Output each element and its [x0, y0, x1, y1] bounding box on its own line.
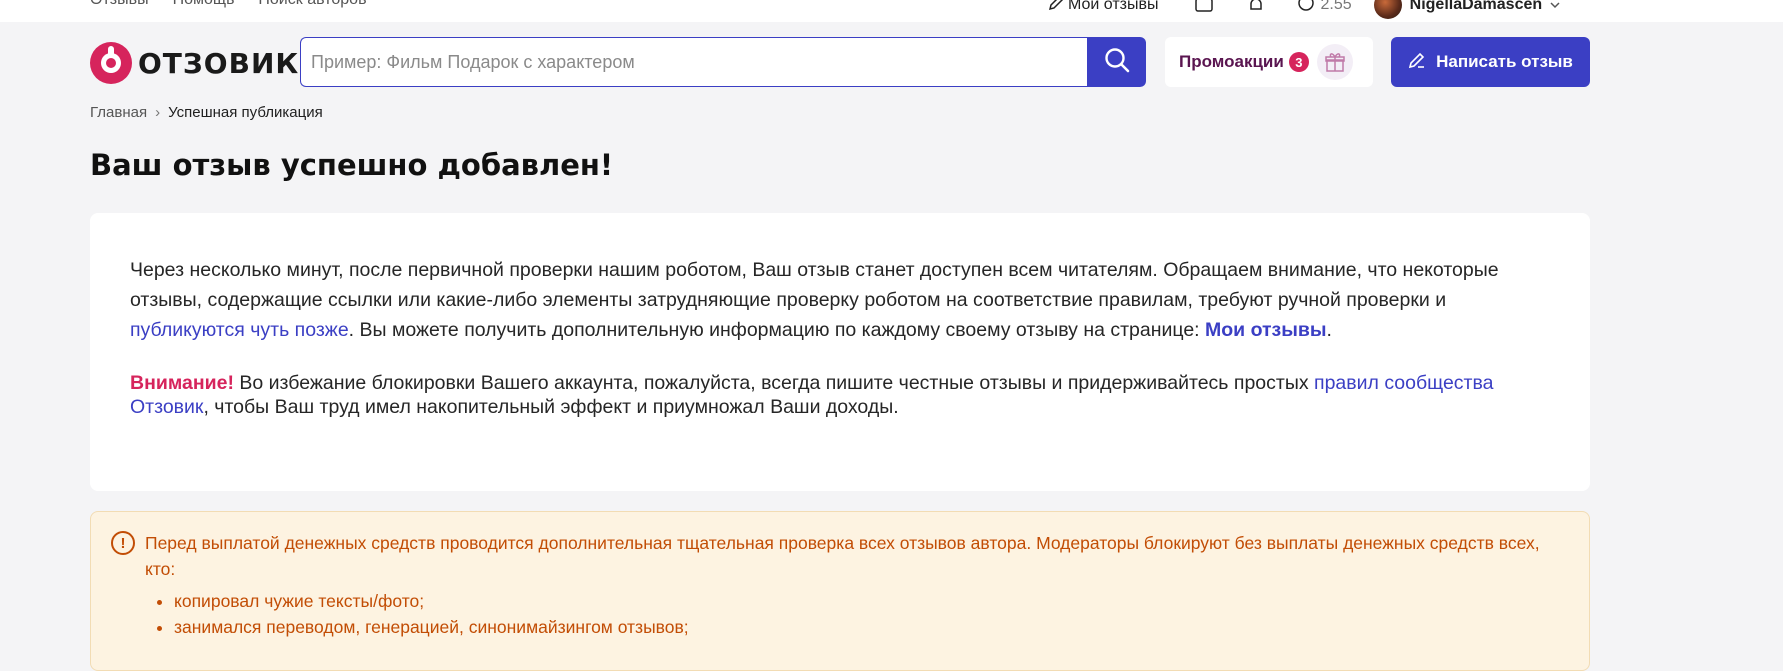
promo-count-badge: 3 [1288, 52, 1309, 72]
info-text-middle: . Вы можете получить дополнительную инфо… [348, 319, 1206, 341]
breadcrumb: Главная › Успешная публикация [90, 104, 323, 121]
avatar [1373, 0, 1402, 19]
warning-text: Перед выплатой денежных средств проводит… [145, 533, 1540, 579]
user-menu[interactable]: NigellaDamascen [1373, 0, 1561, 19]
breadcrumb-current: Успешная публикация [168, 104, 323, 121]
top-link-find-authors[interactable]: Поиск авторов [258, 0, 366, 9]
list-item: занимался переводом, генерацией, синоним… [174, 614, 1569, 640]
attention-text-end: , чтобы Ваш труд имел накопительный эффе… [203, 396, 899, 418]
attention-text-start: Во избежание блокировки Вашего аккаунта,… [233, 372, 1315, 394]
my-reviews-label: Мои отзывы [1068, 0, 1159, 13]
attention-label: Внимание! [130, 372, 234, 394]
page-title: Ваш отзыв успешно добавлен! [90, 148, 614, 182]
warning-list: копировал чужие тексты/фото; занимался п… [164, 588, 1569, 640]
my-reviews-link[interactable]: Мои отзывы [1048, 0, 1159, 16]
info-paragraph: Через несколько минут, после первичной п… [130, 255, 1550, 345]
attention-paragraph: Внимание! Во избежание блокировки Вашего… [130, 371, 1550, 419]
coin-icon [1297, 0, 1315, 17]
top-links: Отзывы Помощь Поиск авторов [90, 0, 367, 9]
write-review-label: Написать отзыв [1436, 52, 1573, 71]
site-header: ОТЗОВИК Промоакции 3 [0, 22, 1783, 102]
site-logo[interactable]: ОТЗОВИК [90, 42, 299, 84]
write-review-button[interactable]: Написать отзыв [1391, 37, 1590, 87]
logo-text: ОТЗОВИК [138, 46, 300, 80]
published-later-link[interactable]: публикуются чуть позже [130, 319, 349, 341]
search-button[interactable] [1087, 37, 1146, 87]
chevron-down-icon [1550, 0, 1560, 14]
promo-button[interactable]: Промоакции 3 [1165, 37, 1373, 87]
my-reviews-page-link[interactable]: Мои отзывы [1205, 319, 1327, 341]
info-text-end: . [1326, 319, 1332, 341]
balance-value: 2.55 [1320, 0, 1352, 13]
edit-icon [1048, 0, 1064, 16]
username: NigellaDamascen [1409, 0, 1543, 13]
user-area: Мои отзывы 2.55 NigellaDamascen [1048, 0, 1560, 19]
balance[interactable]: 2.55 [1297, 0, 1352, 17]
top-link-help[interactable]: Помощь [173, 0, 235, 9]
search-icon [1104, 47, 1130, 78]
success-message-card: Через несколько минут, после первичной п… [90, 213, 1590, 491]
search-input[interactable] [300, 37, 1087, 87]
list-item: копировал чужие тексты/фото; [174, 588, 1569, 614]
info-text-start: Через несколько минут, после первичной п… [130, 259, 1499, 311]
bell-icon[interactable] [1245, 0, 1267, 15]
breadcrumb-separator: › [155, 104, 161, 121]
top-link-reviews[interactable]: Отзывы [90, 0, 149, 9]
messages-icon[interactable] [1193, 0, 1215, 15]
gift-icon [1316, 44, 1353, 80]
promo-label: Промоакции [1179, 52, 1284, 71]
breadcrumb-home[interactable]: Главная [90, 104, 147, 121]
warning-circle-icon: ! [111, 531, 135, 555]
payout-warning: ! Перед выплатой денежных средств провод… [90, 511, 1590, 671]
search-bar [300, 37, 1146, 87]
logo-icon [90, 42, 132, 84]
pencil-icon [1408, 51, 1426, 74]
top-navigation-bar: Отзывы Помощь Поиск авторов Мои отзывы [0, 0, 1783, 22]
